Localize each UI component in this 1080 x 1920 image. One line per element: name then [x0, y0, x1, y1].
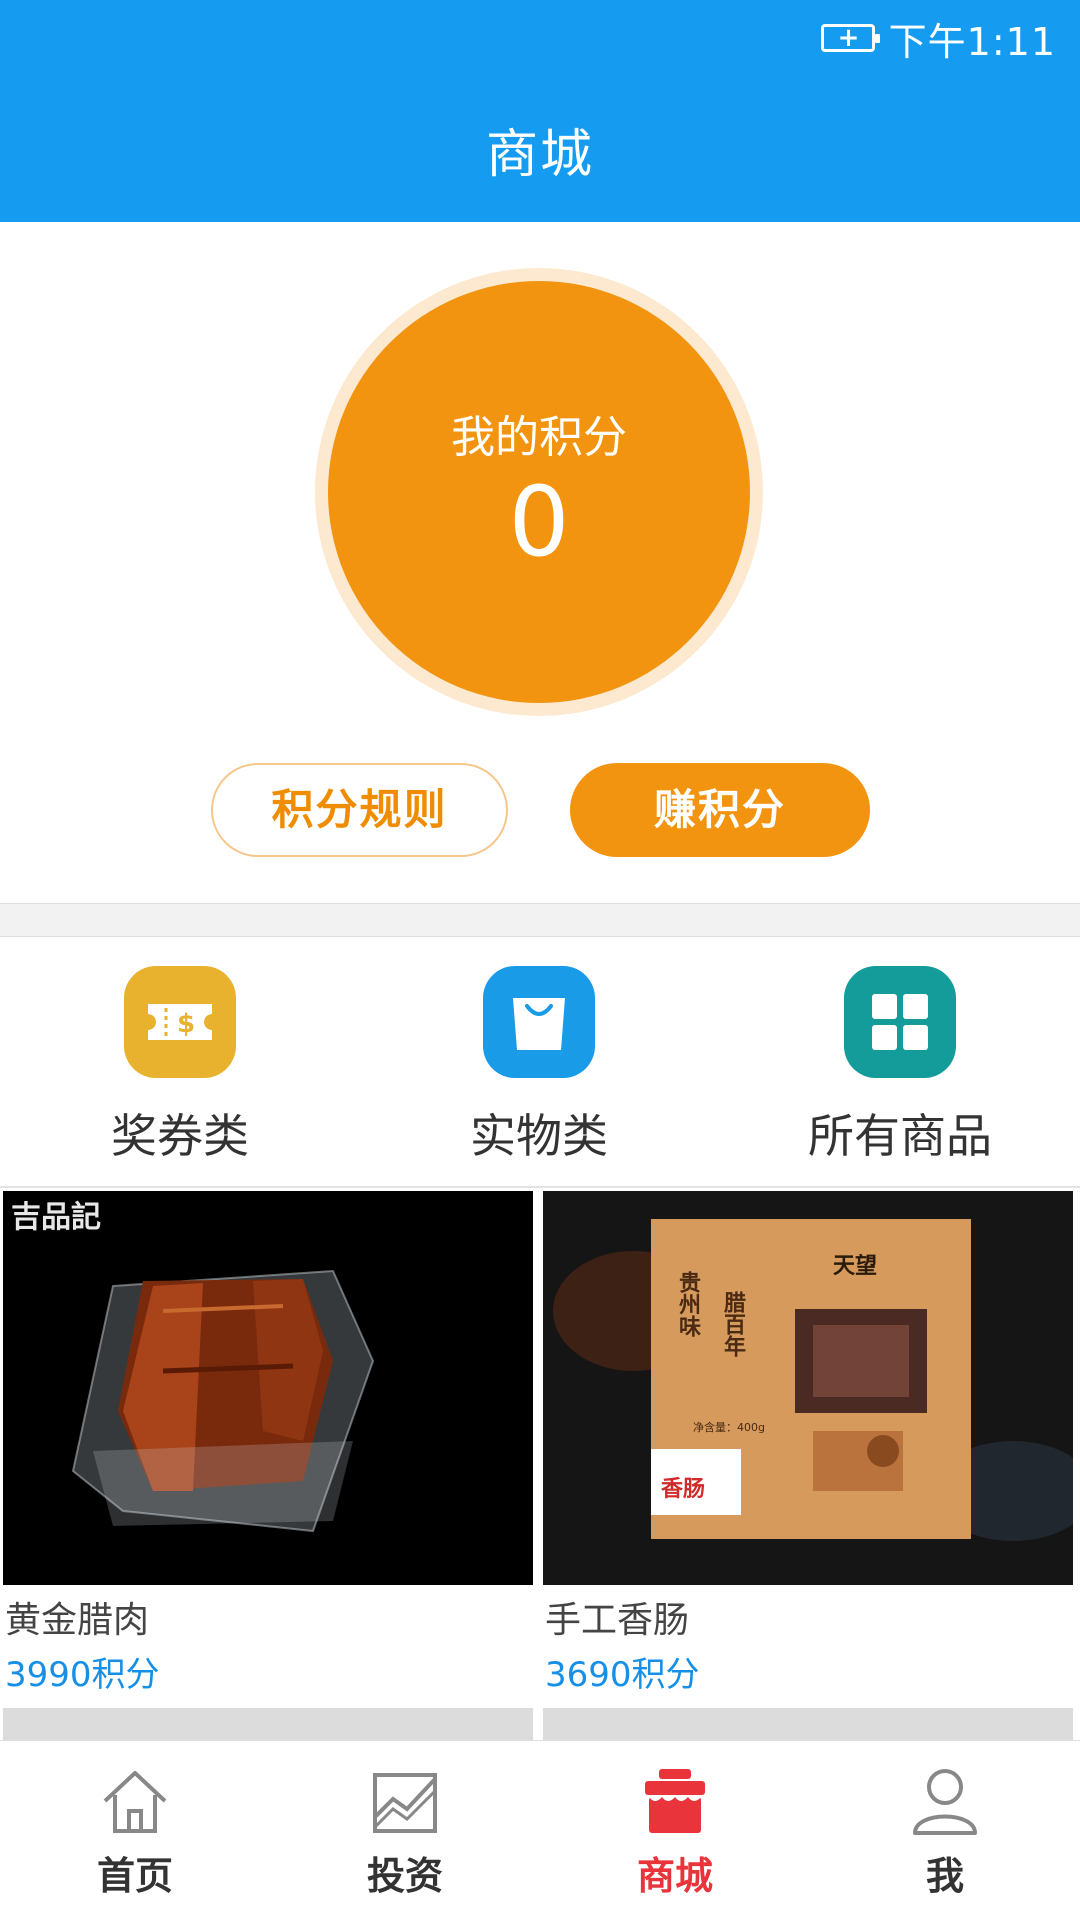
points-value: 0 — [508, 466, 570, 578]
category-coupon[interactable]: $ 奖券类 — [60, 966, 300, 1166]
svg-text:$: $ — [177, 1009, 195, 1039]
product-name: 手工香肠 — [545, 1600, 690, 1641]
nav-label: 首页 — [96, 1854, 173, 1898]
user-icon — [913, 1769, 977, 1835]
nav-label: 商城 — [636, 1854, 713, 1898]
category-label: 所有商品 — [808, 1109, 992, 1163]
category-divider — [0, 1186, 1080, 1188]
next-product-card[interactable] — [543, 1708, 1073, 1740]
next-product-card[interactable] — [3, 1708, 533, 1740]
product-price: 3690积分 — [545, 1655, 700, 1695]
grid-icon — [844, 966, 956, 1078]
nav-label: 投资 — [366, 1854, 443, 1898]
my-points-circle[interactable]: 我的积分 0 — [328, 281, 750, 703]
points-label: 我的积分 — [451, 412, 627, 463]
home-icon — [103, 1771, 167, 1833]
nav-invest[interactable]: 投资 — [305, 1761, 505, 1900]
package-text: 贵州味 — [675, 1271, 701, 1337]
nav-home[interactable]: 首页 — [35, 1761, 235, 1900]
product-price: 3990积分 — [5, 1655, 160, 1695]
mall-screen: + 下午1:11 商城 我的积分 0 积分规则 赚积分 $ 奖券类 实物类 所有… — [0, 0, 1080, 1920]
status-bar: + 下午1:11 — [820, 16, 1056, 64]
shopping-bag-icon — [483, 966, 595, 1078]
bottom-navigation: 首页 投资 商城 我 — [0, 1740, 1080, 1920]
points-rules-button[interactable]: 积分规则 — [211, 763, 508, 857]
coupon-icon: $ — [124, 966, 236, 1078]
earn-points-button[interactable]: 赚积分 — [570, 763, 870, 857]
nav-label: 我 — [925, 1854, 964, 1898]
product-image-bacon[interactable]: 吉品記 — [3, 1191, 533, 1585]
package-text: 香肠 — [661, 1476, 705, 1502]
status-time: 下午1:11 — [888, 19, 1056, 64]
page-title: 商城 — [485, 125, 594, 185]
nav-me[interactable]: 我 — [845, 1761, 1045, 1900]
package-text: 净含量：400g — [693, 1420, 765, 1434]
app-header: + 下午1:11 商城 — [0, 0, 1080, 222]
product-name: 黄金腊肉 — [5, 1600, 150, 1641]
nav-shop[interactable]: 商城 — [575, 1761, 775, 1900]
category-label: 奖券类 — [111, 1109, 249, 1163]
section-divider — [0, 903, 1080, 937]
category-physical[interactable]: 实物类 — [419, 966, 659, 1166]
category-label: 实物类 — [470, 1109, 608, 1163]
product-card[interactable]: 吉品記 黄金腊肉 3990积分 — [3, 1191, 533, 1696]
category-all-products[interactable]: 所有商品 — [780, 966, 1020, 1166]
battery-charging-icon: + — [820, 23, 880, 53]
store-icon — [645, 1769, 705, 1833]
package-text: 天望 — [833, 1253, 877, 1279]
package-text: 腊百年 — [720, 1291, 746, 1357]
product-card[interactable]: 贵州味 腊百年 天望 香肠 净含量：400g 手工香肠 3690积分 — [543, 1191, 1073, 1696]
brand-logo-text: 吉品記 — [11, 1200, 101, 1235]
chart-icon — [373, 1773, 437, 1833]
product-image-sausage[interactable]: 贵州味 腊百年 天望 香肠 净含量：400g — [543, 1191, 1073, 1585]
